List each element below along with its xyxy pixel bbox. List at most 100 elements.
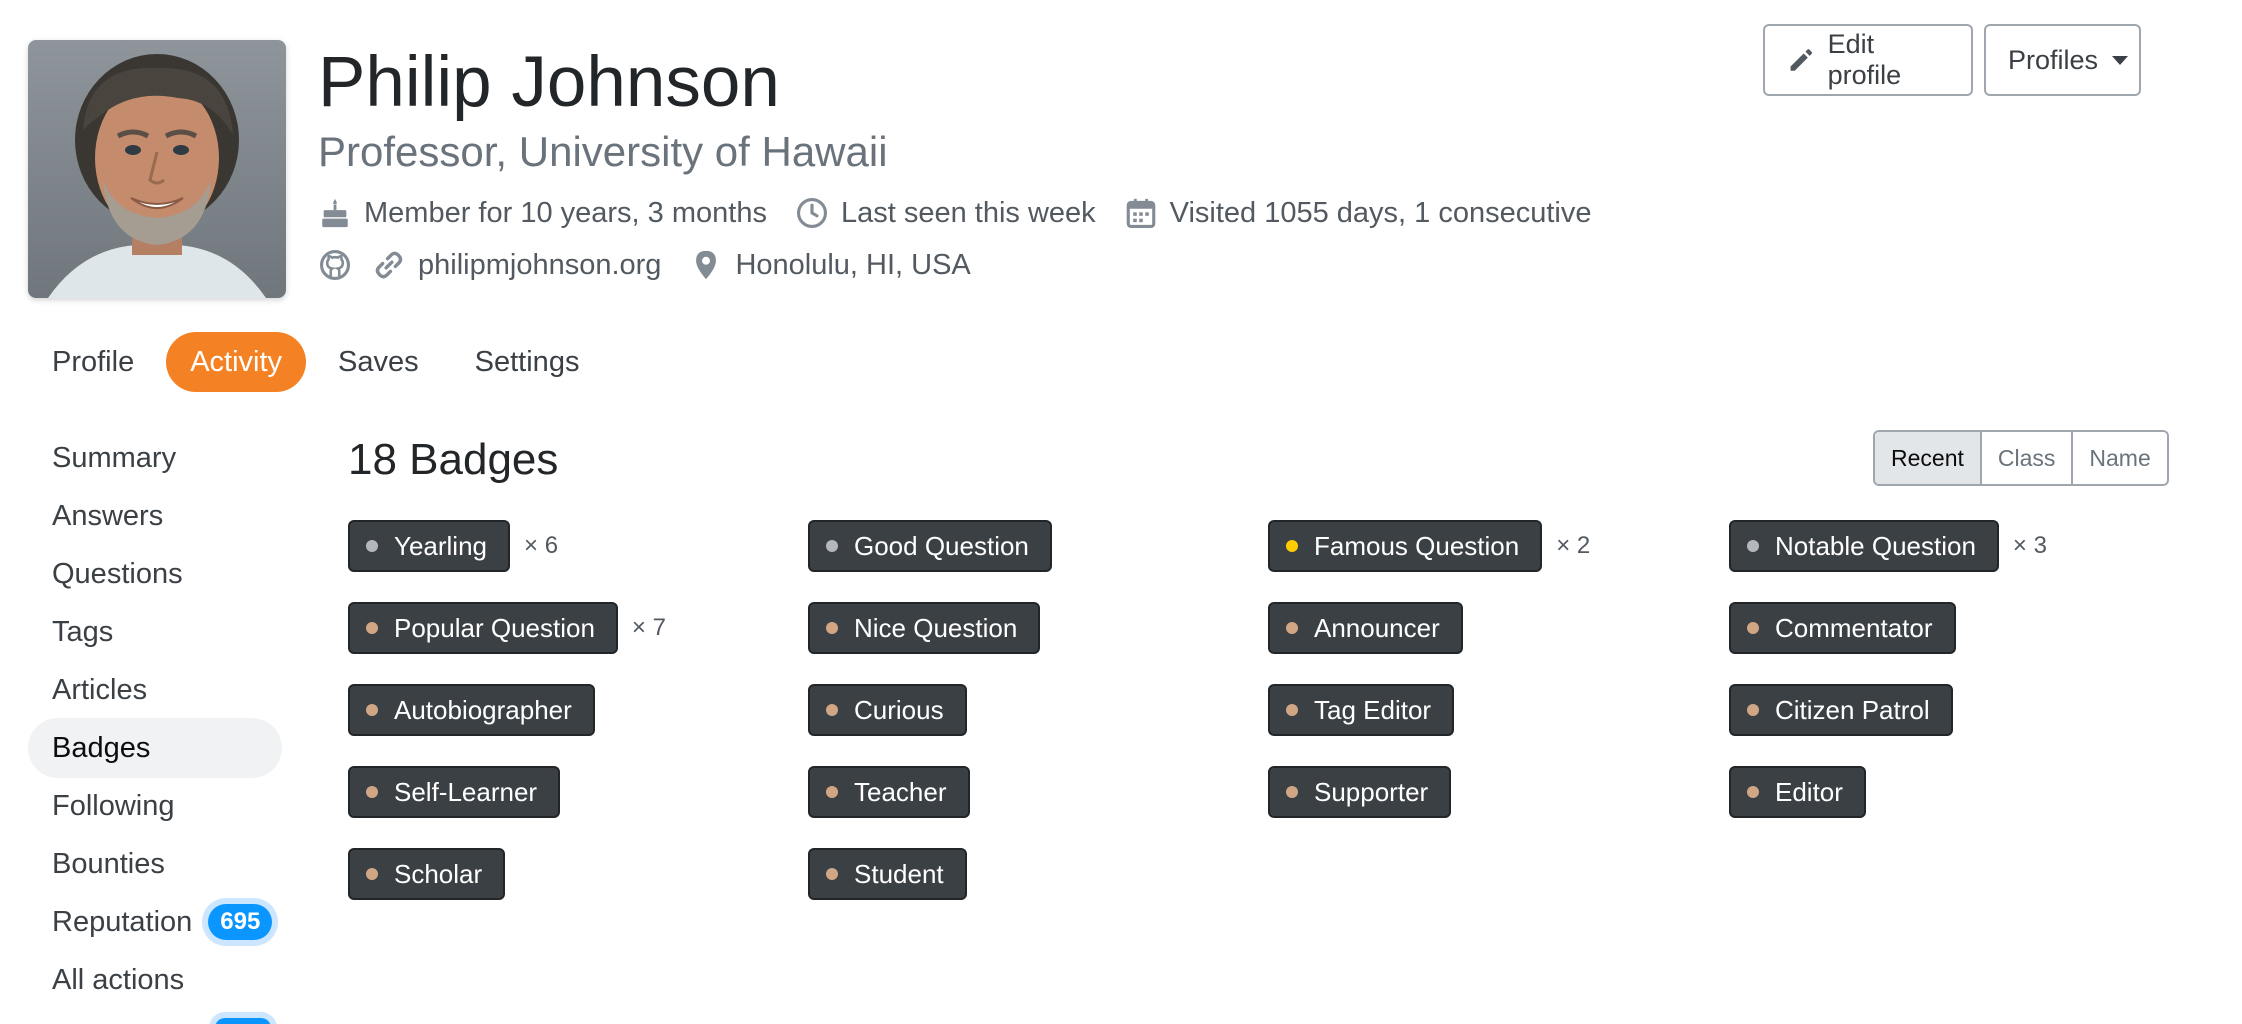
- badge-pill[interactable]: Tag Editor: [1268, 684, 1455, 736]
- bronze-badge-dot-icon: [1286, 786, 1298, 798]
- bronze-badge-dot-icon: [1286, 704, 1298, 716]
- sidebar-item-following[interactable]: Following: [28, 776, 282, 836]
- sidebar-item-articles[interactable]: Articles: [28, 660, 282, 720]
- website-link[interactable]: philipmjohnson.org: [372, 248, 661, 282]
- avatar: [28, 40, 286, 298]
- last-seen: Last seen this week: [795, 196, 1096, 230]
- cake-icon: [322, 198, 348, 228]
- clock-icon: [796, 197, 827, 229]
- activity-sidebar: Summary Answers Questions Tags Articles …: [28, 428, 282, 1008]
- profiles-dropdown-button[interactable]: Profiles: [1984, 24, 2141, 96]
- badge-name: Famous Question: [1314, 530, 1520, 561]
- badge-name: Notable Question: [1775, 530, 1976, 561]
- badge-item: Scholar: [348, 848, 506, 900]
- badge-pill[interactable]: Announcer: [1268, 602, 1463, 654]
- badge-pill[interactable]: Commentator: [1729, 602, 1956, 654]
- badge-pill[interactable]: Good Question: [808, 520, 1052, 572]
- bronze-badge-dot-icon: [366, 868, 378, 880]
- badge-pill[interactable]: Supporter: [1268, 766, 1452, 818]
- member-for-text: Member for 10 years, 3 months: [364, 196, 767, 229]
- badge-pill[interactable]: Curious: [808, 684, 967, 736]
- badge-count: × 2: [1556, 532, 1591, 559]
- badge-pill[interactable]: Self-Learner: [348, 766, 561, 818]
- badge-item: Teacher: [808, 766, 970, 818]
- website-text[interactable]: philipmjohnson.org: [418, 249, 661, 282]
- badge-count: × 6: [524, 532, 559, 559]
- badge-pill[interactable]: Nice Question: [808, 602, 1041, 654]
- bronze-badge-dot-icon: [826, 868, 838, 880]
- badge-name: Autobiographer: [394, 694, 572, 725]
- badge-pill[interactable]: Famous Question: [1268, 520, 1543, 572]
- bronze-badge-dot-icon: [1286, 622, 1298, 634]
- badge-name: Nice Question: [854, 612, 1018, 643]
- caret-down-icon: [2112, 55, 2129, 65]
- bronze-badge-dot-icon: [366, 786, 378, 798]
- badge-pill[interactable]: Popular Question: [348, 602, 618, 654]
- sort-class-button[interactable]: Class: [1981, 432, 2074, 484]
- badge-pill[interactable]: Student: [808, 848, 967, 900]
- badge-name: Good Question: [854, 530, 1029, 561]
- edit-profile-label: Edit profile: [1827, 29, 1902, 90]
- badge-item: Self-Learner: [348, 766, 561, 818]
- sort-name-button[interactable]: Name: [2073, 432, 2167, 484]
- gold-badge-dot-icon: [1286, 540, 1298, 552]
- bronze-badge-dot-icon: [826, 622, 838, 634]
- badge-pill[interactable]: Yearling: [348, 520, 511, 572]
- github-icon[interactable]: [318, 248, 352, 282]
- bronze-badge-dot-icon: [1747, 704, 1759, 716]
- sidebar-item-questions[interactable]: Questions: [28, 544, 282, 604]
- badge-item: Nice Question: [808, 602, 1041, 654]
- user-links-row: philipmjohnson.org Honolulu, HI, USA: [318, 248, 999, 282]
- tab-saves[interactable]: Saves: [314, 332, 443, 392]
- badge-name: Citizen Patrol: [1775, 694, 1930, 725]
- tab-activity[interactable]: Activity: [166, 332, 307, 392]
- profiles-label: Profiles: [2008, 44, 2099, 75]
- badge-item: Notable Question × 3: [1729, 520, 2047, 572]
- badge-item: Famous Question × 2: [1268, 520, 1590, 572]
- badge-item: Tag Editor: [1268, 684, 1455, 736]
- link-icon: [375, 251, 403, 279]
- badge-pill[interactable]: Citizen Patrol: [1729, 684, 1953, 736]
- badge-count: × 3: [2012, 532, 2047, 559]
- sidebar-item-summary[interactable]: Summary: [28, 428, 282, 488]
- sidebar-item-reputation-label: Reputation: [52, 906, 193, 938]
- badge-name: Teacher: [854, 776, 947, 807]
- badge-item: Announcer: [1268, 602, 1463, 654]
- badge-name: Self-Learner: [394, 776, 538, 807]
- badge-name: Tag Editor: [1314, 694, 1432, 725]
- badge-item: Curious: [808, 684, 967, 736]
- badge-pill[interactable]: Autobiographer: [348, 684, 595, 736]
- badge-name: Student: [854, 858, 944, 889]
- visited: Visited 1055 days, 1 consecutive: [1124, 196, 1592, 230]
- reputation-count-badge: 695: [208, 904, 273, 940]
- profile-tabs: Profile Activity Saves Settings: [28, 332, 611, 392]
- badge-pill[interactable]: Teacher: [808, 766, 970, 818]
- badge-pill[interactable]: Editor: [1729, 766, 1866, 818]
- location: Honolulu, HI, USA: [689, 248, 971, 282]
- github-link[interactable]: [318, 248, 352, 282]
- bronze-badge-dot-icon: [1747, 622, 1759, 634]
- last-seen-text: Last seen this week: [840, 196, 1096, 229]
- badge-name: Scholar: [394, 858, 483, 889]
- badge-pill[interactable]: Scholar: [348, 848, 506, 900]
- sidebar-item-all-actions[interactable]: All actions: [28, 950, 282, 1010]
- member-for: Member for 10 years, 3 months: [318, 196, 767, 230]
- tab-settings[interactable]: Settings: [451, 332, 604, 392]
- bronze-badge-dot-icon: [1747, 786, 1759, 798]
- badge-item: Commentator: [1729, 602, 1956, 654]
- user-meta-row: Member for 10 years, 3 months Last seen …: [318, 196, 1620, 230]
- sidebar-item-bounties[interactable]: Bounties: [28, 834, 282, 894]
- edit-profile-button[interactable]: Edit profile: [1763, 24, 1973, 96]
- map-pin-icon: [696, 250, 717, 280]
- bronze-badge-dot-icon: [366, 622, 378, 634]
- sidebar-item-answers[interactable]: Answers: [28, 486, 282, 546]
- badge-item: Citizen Patrol: [1729, 684, 1953, 736]
- badge-name: Yearling: [394, 530, 488, 561]
- tab-profile[interactable]: Profile: [28, 332, 158, 392]
- sidebar-item-reputation[interactable]: Reputation 695: [28, 892, 282, 952]
- sort-recent-button[interactable]: Recent: [1875, 432, 1982, 484]
- sidebar-item-tags[interactable]: Tags: [28, 602, 282, 662]
- badge-item: Yearling × 6: [348, 520, 558, 572]
- sidebar-item-badges[interactable]: Badges: [28, 718, 282, 778]
- badge-pill[interactable]: Notable Question: [1729, 520, 1999, 572]
